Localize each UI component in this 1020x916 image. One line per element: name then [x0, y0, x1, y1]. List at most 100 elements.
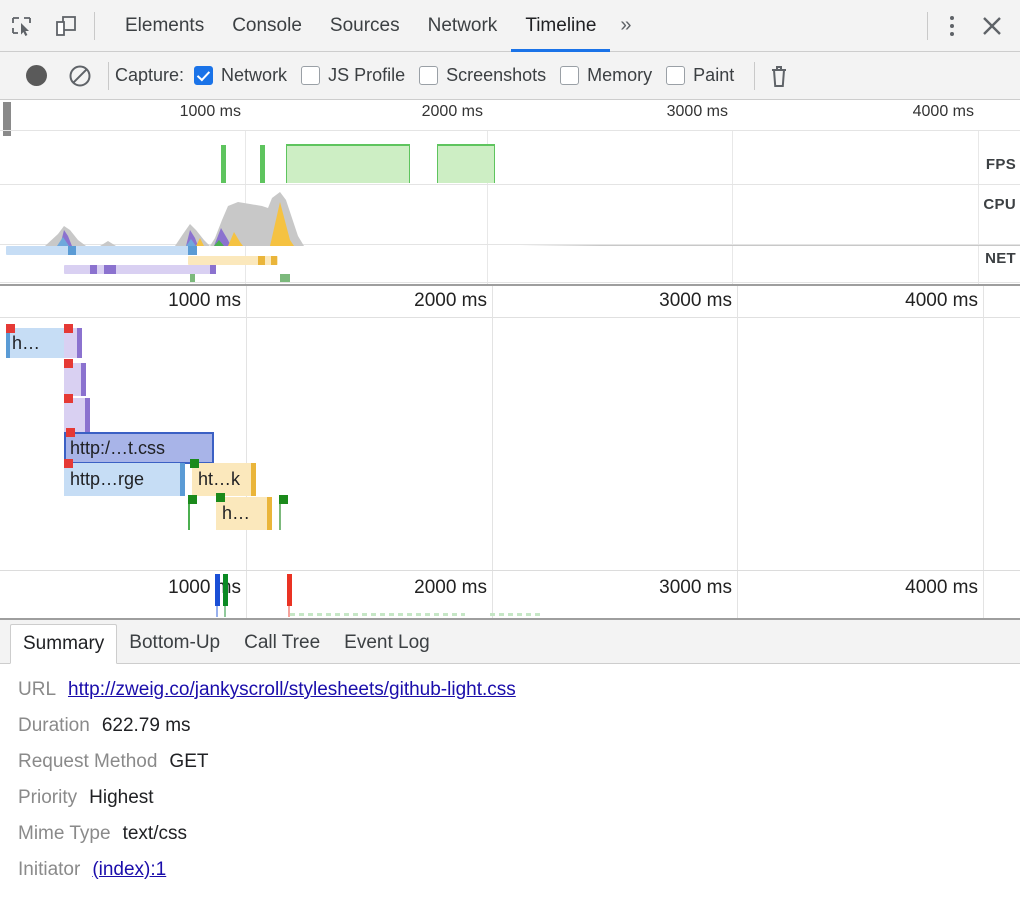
tab-label: Elements	[125, 15, 204, 37]
bottom-ruler-tick-label: 4000 ms	[905, 577, 983, 599]
details-tab-bottom-up[interactable]: Bottom-Up	[117, 623, 232, 663]
overview-track-divider	[0, 282, 1020, 283]
bottom-ruler-tick-label: 3000 ms	[659, 577, 737, 599]
tab-sources[interactable]: Sources	[316, 0, 414, 52]
capture-option-label: Memory	[587, 65, 652, 86]
trash-button[interactable]	[757, 54, 801, 98]
device-toolbar-glyph	[54, 14, 78, 38]
overview-track-divider	[0, 184, 1020, 185]
checkbox-network[interactable]	[194, 66, 213, 85]
overview-tick-label: 2000 ms	[422, 103, 487, 121]
flame-bar-label: http:/…t.css	[70, 438, 165, 459]
summary-row: PriorityHighest	[0, 780, 1020, 816]
timeline-event-marker[interactable]	[215, 574, 220, 606]
summary-row-key: Request Method	[18, 751, 157, 773]
inspect-element-icon[interactable]	[0, 4, 44, 48]
flame-bar-end-accent	[267, 497, 272, 530]
request-start-marker	[64, 324, 73, 333]
flame-bar-end-accent	[77, 328, 82, 358]
device-toolbar-icon[interactable]	[44, 4, 88, 48]
flame-ruler[interactable]: 1000 ms2000 ms3000 ms4000 ms	[0, 286, 1020, 318]
toolbar-divider	[94, 12, 95, 40]
flame-bar-label: h…	[12, 333, 40, 354]
record-dot-icon	[26, 65, 47, 86]
timeline-marker-dotted-trail	[290, 613, 465, 616]
capture-divider-2	[754, 62, 755, 90]
summary-row: Duration622.79 ms	[0, 708, 1020, 744]
more-tabs-icon[interactable]: »	[610, 0, 641, 52]
flame-tick-label: 4000 ms	[905, 290, 983, 312]
cpu-activity-chart	[0, 190, 1020, 246]
net-bar-phase	[104, 265, 116, 274]
details-tab-label: Summary	[23, 633, 104, 655]
capture-option-screenshots[interactable]: Screenshots	[419, 65, 546, 86]
timeline-flame-chart[interactable]: 1000 ms2000 ms3000 ms4000 ms h… http:/…t.…	[0, 286, 1020, 618]
flame-bar[interactable]: ht…k	[192, 463, 256, 496]
flame-bar-end-accent	[85, 398, 90, 432]
timeline-bottom-ruler[interactable]: 1000 ms2000 ms3000 ms4000 ms	[0, 570, 1020, 620]
timeline-overview[interactable]: 1000 ms2000 ms3000 ms4000 ms FPS CPU NET	[0, 100, 1020, 286]
tab-network[interactable]: Network	[414, 0, 512, 52]
summary-row: Initiator(index):1	[0, 852, 1020, 888]
flame-gridline	[737, 286, 738, 570]
more-options-icon[interactable]	[934, 16, 970, 36]
close-icon[interactable]	[970, 4, 1014, 48]
capture-option-label: Network	[221, 65, 287, 86]
capture-option-label: Screenshots	[446, 65, 546, 86]
bottom-ruler-gridline	[246, 571, 247, 618]
capture-label: Capture:	[115, 65, 184, 86]
summary-row-key: Priority	[18, 787, 77, 809]
request-start-marker	[64, 359, 73, 368]
checkbox-js-profile[interactable]	[301, 66, 320, 85]
clear-icon	[68, 64, 92, 88]
tab-timeline[interactable]: Timeline	[511, 0, 610, 52]
capture-option-label: JS Profile	[328, 65, 405, 86]
summary-row: URLhttp://zweig.co/jankyscroll/styleshee…	[0, 672, 1020, 708]
capture-option-network[interactable]: Network	[194, 65, 287, 86]
request-finish-marker	[188, 495, 197, 504]
track-label-net: NET	[985, 250, 1016, 267]
details-tab-event-log[interactable]: Event Log	[332, 623, 442, 663]
details-tab-label: Bottom-Up	[129, 632, 220, 654]
tab-elements[interactable]: Elements	[111, 0, 218, 52]
capture-divider	[108, 62, 109, 90]
request-start-marker	[66, 428, 75, 437]
fps-bar	[437, 144, 495, 183]
overview-ruler[interactable]: 1000 ms2000 ms3000 ms4000 ms	[0, 100, 1020, 130]
summary-row-link[interactable]: http://zweig.co/jankyscroll/stylesheets/…	[68, 679, 516, 701]
checkbox-memory[interactable]	[560, 66, 579, 85]
overview-tick-label: 1000 ms	[180, 103, 245, 121]
clear-button[interactable]	[58, 54, 102, 98]
capture-toolbar: Capture: Network JS Profile Screenshots …	[0, 52, 1020, 100]
devtools-tabbar: Elements Console Sources Network Timelin…	[0, 0, 1020, 52]
timeline-event-marker[interactable]	[287, 574, 292, 606]
fps-bar	[286, 144, 410, 183]
flame-bar[interactable]	[64, 398, 90, 432]
flame-gridline	[983, 286, 984, 570]
flame-bar-end-accent	[180, 463, 185, 496]
tab-label: Timeline	[525, 15, 596, 37]
net-request-bar	[6, 246, 192, 255]
flame-tick-label: 2000 ms	[414, 290, 492, 312]
checkbox-screenshots[interactable]	[419, 66, 438, 85]
capture-option-paint[interactable]: Paint	[666, 65, 734, 86]
flame-bar[interactable]: h…	[6, 328, 66, 358]
tab-label: Console	[232, 15, 302, 37]
details-tab-summary[interactable]: Summary	[10, 624, 117, 664]
capture-option-js-profile[interactable]: JS Profile	[301, 65, 405, 86]
tabbar-right-group	[921, 4, 1020, 48]
details-tabs: Summary Bottom-Up Call Tree Event Log	[0, 620, 1020, 664]
capture-option-memory[interactable]: Memory	[560, 65, 652, 86]
bottom-ruler-gridline	[492, 571, 493, 618]
net-request-bar	[64, 265, 216, 274]
checkbox-paint[interactable]	[666, 66, 685, 85]
details-tab-label: Call Tree	[244, 632, 320, 654]
summary-row-link[interactable]: (index):1	[92, 859, 166, 881]
flame-bar-label: http…rge	[70, 469, 144, 490]
details-tab-call-tree[interactable]: Call Tree	[232, 623, 332, 663]
timeline-event-marker[interactable]	[223, 574, 228, 606]
request-start-marker	[64, 459, 73, 468]
record-button[interactable]	[14, 54, 58, 98]
tab-console[interactable]: Console	[218, 0, 316, 52]
flame-bar[interactable]: http…rge	[64, 463, 185, 496]
